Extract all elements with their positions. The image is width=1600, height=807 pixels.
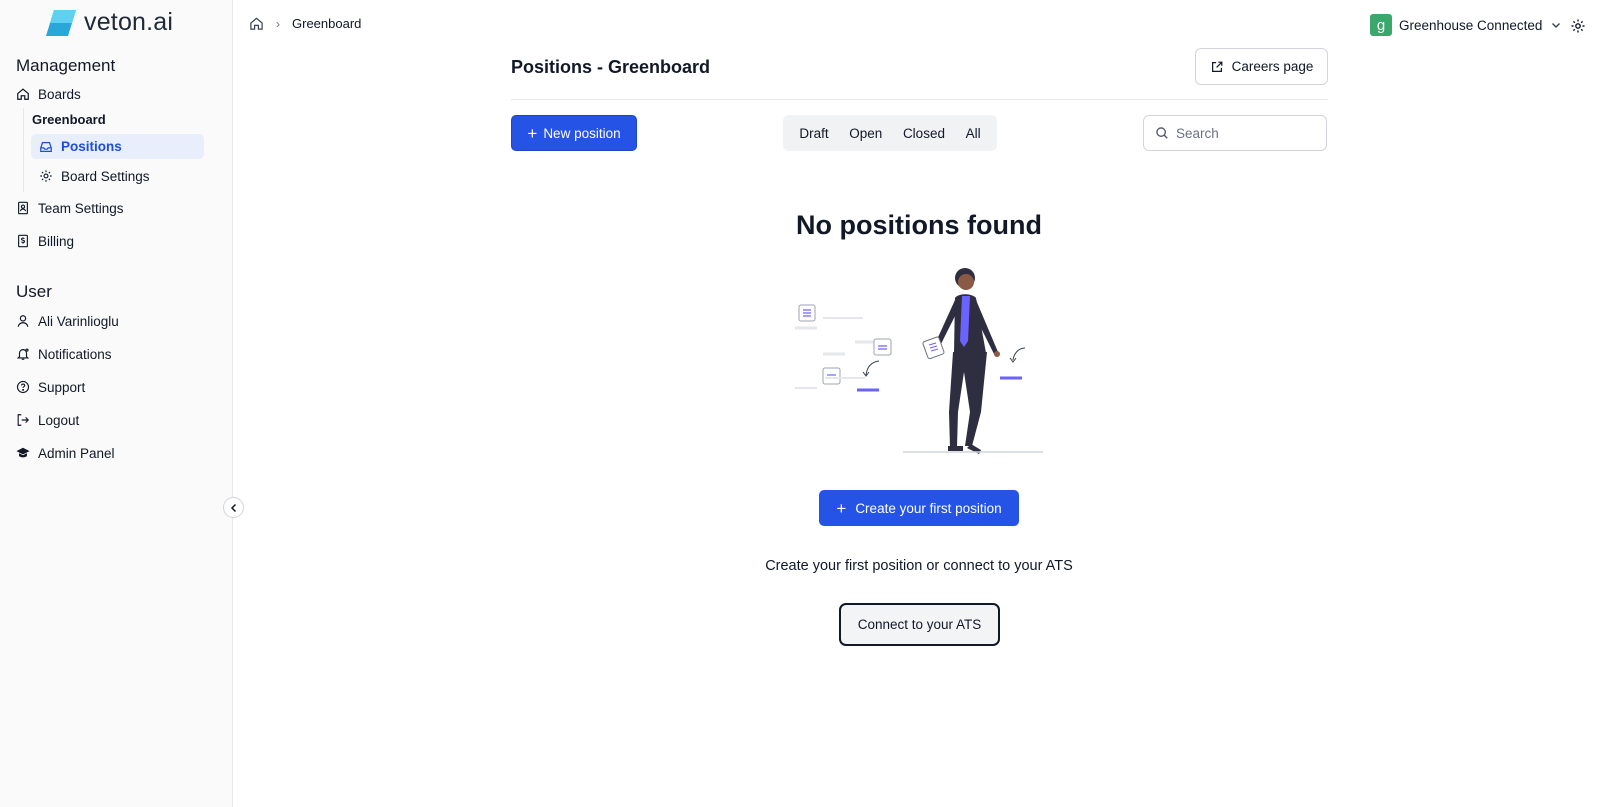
logout-icon xyxy=(16,413,30,427)
bell-icon xyxy=(16,347,30,361)
veton-logo-icon xyxy=(46,9,76,36)
sidebar-item-label: Boards xyxy=(38,86,81,102)
connect-ats-button[interactable]: Connect to your ATS xyxy=(839,603,1000,646)
sidebar-item-label: Board Settings xyxy=(61,168,150,184)
search-box xyxy=(1143,115,1327,151)
sidebar-item-positions[interactable]: Positions xyxy=(31,134,204,159)
sidebar-item-label: Ali Varinlioglu xyxy=(38,313,119,329)
status-filter-tabs: Draft Open Closed All xyxy=(783,115,997,151)
sidebar-item-label: Logout xyxy=(38,412,80,428)
sub-nav-rail xyxy=(23,108,24,192)
help-circle-icon xyxy=(16,380,30,394)
gear-icon xyxy=(39,169,53,183)
chevron-left-icon xyxy=(230,503,236,512)
person-figure xyxy=(922,268,1000,454)
tab-open[interactable]: Open xyxy=(849,126,882,141)
sidebar-item-admin-panel[interactable]: Admin Panel xyxy=(16,441,115,465)
chevron-right-icon: › xyxy=(276,16,280,31)
sidebar-item-label: Notifications xyxy=(38,346,112,362)
header-divider xyxy=(511,99,1328,100)
plus-icon: + xyxy=(836,498,847,518)
brand-name: veton.ai xyxy=(84,8,174,36)
careers-page-button[interactable]: Careers page xyxy=(1195,48,1328,85)
empty-state-illustration xyxy=(795,268,1043,454)
section-title-management: Management xyxy=(16,56,116,75)
tab-closed[interactable]: Closed xyxy=(903,126,945,141)
board-name: Greenboard xyxy=(32,112,106,127)
sidebar: veton.ai Management Boards Greenboard Po… xyxy=(0,0,233,807)
inbox-icon xyxy=(39,140,53,154)
document-icon xyxy=(873,338,892,356)
empty-state-title: No positions found xyxy=(796,210,1042,240)
collapse-sidebar-button[interactable] xyxy=(223,497,244,518)
brand-logo[interactable]: veton.ai xyxy=(46,8,173,37)
connect-ats-label: Connect to your ATS xyxy=(857,617,982,632)
search-icon xyxy=(1156,127,1168,139)
document-icon xyxy=(822,367,841,385)
empty-state-helper-text: Create your first position or connect to… xyxy=(765,558,1073,574)
create-first-position-label: Create your first position xyxy=(855,500,1002,516)
sidebar-item-board-settings[interactable]: Board Settings xyxy=(39,164,150,188)
section-title-user: User xyxy=(16,282,52,301)
sidebar-item-logout[interactable]: Logout xyxy=(16,408,79,432)
tab-draft[interactable]: Draft xyxy=(799,126,828,141)
sidebar-item-label: Support xyxy=(38,379,86,395)
sidebar-item-label: Positions xyxy=(61,139,122,154)
sidebar-item-boards[interactable]: Boards xyxy=(16,82,81,106)
integration-dropdown[interactable]: g Greenhouse Connected xyxy=(1370,14,1562,36)
new-position-button[interactable]: + New position xyxy=(511,115,637,151)
new-position-label: New position xyxy=(543,125,621,141)
breadcrumb-current[interactable]: Greenboard xyxy=(292,16,361,31)
user-icon xyxy=(16,314,30,328)
graduation-cap-icon xyxy=(16,446,30,460)
home-icon xyxy=(16,87,30,101)
tab-all[interactable]: All xyxy=(966,126,981,141)
integration-status-label: Greenhouse Connected xyxy=(1399,17,1543,33)
home-icon[interactable] xyxy=(249,16,264,31)
search-input[interactable] xyxy=(1176,125,1316,141)
sidebar-item-label: Admin Panel xyxy=(38,445,115,461)
plus-icon: + xyxy=(527,123,538,143)
careers-button-label: Careers page xyxy=(1231,59,1314,74)
document-icon xyxy=(798,304,816,322)
sidebar-item-profile[interactable]: Ali Varinlioglu xyxy=(16,309,119,333)
external-link-icon xyxy=(1211,61,1223,72)
sidebar-item-notifications[interactable]: Notifications xyxy=(16,342,112,366)
breadcrumb: › Greenboard xyxy=(249,16,361,31)
gear-icon[interactable] xyxy=(1570,18,1586,34)
chevron-down-icon xyxy=(1552,23,1561,28)
create-first-position-button[interactable]: + Create your first position xyxy=(819,490,1019,526)
greenhouse-logo-icon: g xyxy=(1370,14,1392,36)
page-title: Positions - Greenboard xyxy=(511,57,711,77)
sidebar-item-support[interactable]: Support xyxy=(16,375,85,399)
